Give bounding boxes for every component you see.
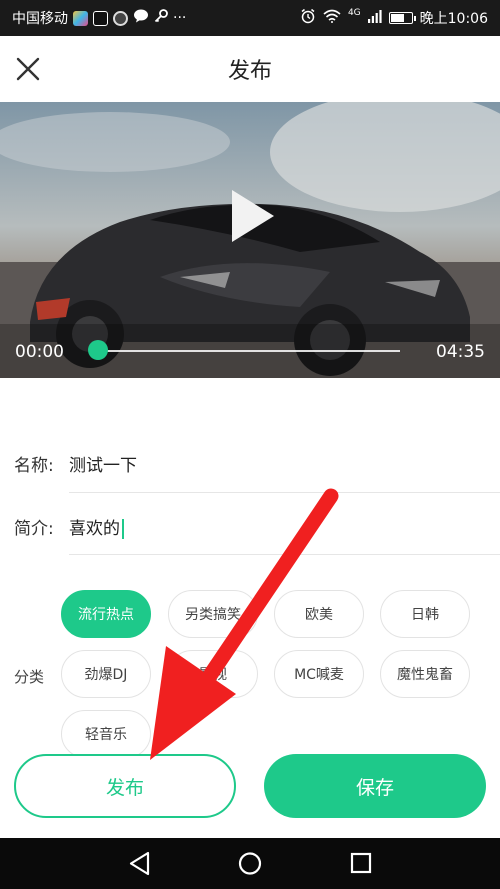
intro-label: 简介: (14, 519, 54, 539)
more-notifications: ··· (173, 10, 187, 26)
clock: 晚上10:06 (419, 11, 488, 27)
tiktok-icon (93, 10, 108, 26)
signal-icon (367, 9, 382, 27)
wifi-icon (323, 9, 341, 27)
alarm-icon (300, 8, 316, 28)
chat-icon (133, 9, 149, 27)
video-player[interactable]: 00:00 04:35 (0, 102, 500, 378)
network-type: 4G (347, 8, 361, 18)
recents-nav-icon[interactable] (350, 852, 372, 874)
close-icon (16, 57, 40, 81)
category-chip-mc[interactable]: MC喊麦 (274, 650, 364, 698)
play-icon[interactable] (228, 186, 278, 246)
intro-text: 喜欢的 (69, 519, 120, 539)
name-input[interactable]: 测试一下 (69, 451, 137, 476)
intro-input[interactable]: 喜欢的 (69, 514, 124, 539)
close-button[interactable] (12, 53, 44, 85)
current-time: 00:00 (15, 342, 64, 362)
page-title: 发布 (227, 59, 272, 84)
category-label: 分类 (14, 668, 45, 686)
category-chip-pop[interactable]: 流行热点 (61, 590, 151, 638)
category-chip-jpkr[interactable]: 日韩 (380, 590, 470, 638)
total-time: 04:35 (436, 342, 485, 362)
text-cursor (122, 519, 124, 539)
app-notification-icon (73, 10, 88, 26)
key-icon (154, 9, 168, 27)
name-label: 名称: (14, 456, 54, 476)
carrier-name: 中国移动 (12, 11, 68, 27)
navigation-bar (0, 838, 500, 889)
save-button[interactable]: 保存 (264, 754, 486, 818)
category-chip-film[interactable]: 影视 (168, 650, 258, 698)
name-divider (69, 492, 500, 493)
back-nav-icon[interactable] (129, 851, 150, 876)
battery-icon (388, 12, 416, 24)
intro-divider (69, 554, 500, 555)
category-chip-dj[interactable]: 劲爆DJ (61, 650, 151, 698)
camera-notification-icon (113, 10, 128, 26)
seek-thumb[interactable] (88, 340, 108, 360)
category-chip-funny[interactable]: 另类搞笑 (168, 590, 258, 638)
status-bar: 中国移动 ··· 4G 晚上10:06 (0, 0, 500, 36)
publish-button[interactable]: 发布 (14, 754, 236, 818)
title-bar: 发布 (0, 36, 500, 102)
seek-bar[interactable] (97, 350, 400, 352)
home-nav-icon[interactable] (238, 852, 262, 875)
category-chip-light-music[interactable]: 轻音乐 (61, 710, 151, 758)
category-chip-western[interactable]: 欧美 (274, 590, 364, 638)
category-chip-meme[interactable]: 魔性鬼畜 (380, 650, 470, 698)
